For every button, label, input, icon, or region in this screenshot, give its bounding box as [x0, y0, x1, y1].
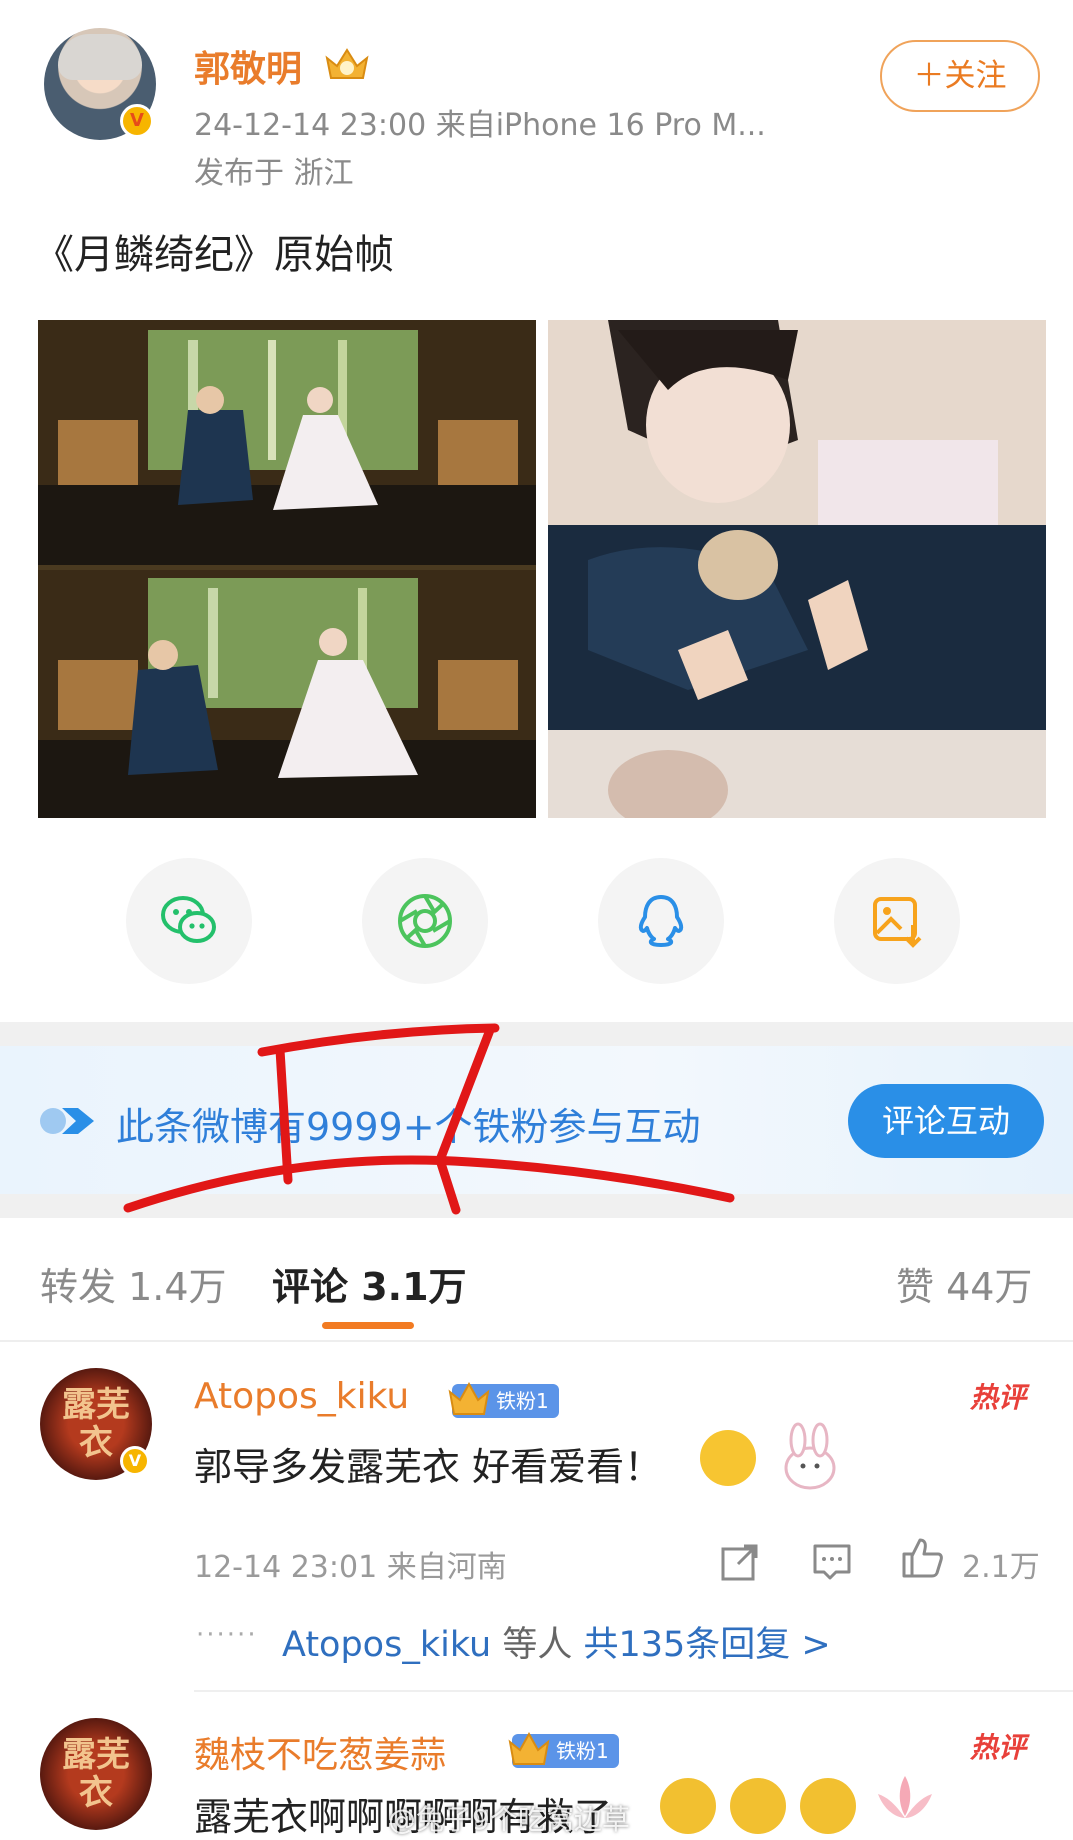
- reply-count: 共135条回复 >: [583, 1625, 831, 1665]
- author-name[interactable]: 郭敬明: [194, 40, 302, 92]
- follow-button[interactable]: ＋关注: [880, 40, 1040, 112]
- crown-icon: [325, 48, 369, 79]
- verified-badge-icon: V: [120, 104, 154, 138]
- post-image-2[interactable]: [548, 320, 1046, 818]
- verified-badge-icon: V: [120, 1446, 150, 1476]
- reply-user: Atopos_kiku: [282, 1625, 492, 1665]
- lotus-sticker-icon: [878, 1776, 932, 1818]
- crown-icon: [448, 1381, 490, 1415]
- save-image-icon: [873, 897, 922, 948]
- share-moments-button[interactable]: [362, 858, 488, 984]
- comment-divider: [194, 1690, 1073, 1692]
- like-count: 2.1万: [962, 1550, 1040, 1585]
- badge-label: 铁粉1: [556, 1739, 609, 1763]
- fan-interaction-banner[interactable]: 此条微博有9999+个铁粉参与互动 评论互动: [0, 1046, 1073, 1194]
- qq-icon: [638, 895, 684, 947]
- bunny-sticker-icon: [784, 1422, 836, 1490]
- share-qq-button[interactable]: [598, 858, 724, 984]
- reply-dots: ······: [196, 1620, 258, 1650]
- fan-chevron-icon: [40, 1108, 94, 1134]
- post-location: 发布于 浙江: [194, 156, 354, 191]
- hot-comment-tag: 热评: [970, 1731, 1027, 1764]
- crown-icon: [508, 1731, 550, 1765]
- fan-banner-text: 此条微博有9999+个铁粉参与互动: [116, 1105, 701, 1149]
- heart-eyes-emoji-icon: [660, 1778, 716, 1834]
- comment-interact-button[interactable]: 评论互动: [848, 1084, 1044, 1158]
- iron-fan-badge: 铁粉1: [508, 1731, 619, 1768]
- post-text: 《月鳞绮纪》原始帧: [34, 232, 394, 278]
- post-image-1[interactable]: [38, 320, 536, 818]
- share-icon[interactable]: [718, 1540, 762, 1584]
- savor-emoji-icon: [700, 1430, 756, 1486]
- heart-eyes-emoji-icon: [730, 1778, 786, 1834]
- watermark: @兔子9个吃窝边草: [388, 1803, 630, 1836]
- tab-comment[interactable]: 评论 3.1万: [272, 1256, 467, 1311]
- tab-divider: [0, 1340, 1073, 1342]
- post-meta: 24-12-14 23:00 来自iPhone 16 Pro M...: [194, 108, 766, 143]
- comment-icon[interactable]: [810, 1540, 854, 1584]
- share-wechat-button[interactable]: [126, 858, 252, 984]
- comment-text: 郭导多发露芜衣 好看爱看！: [194, 1445, 663, 1489]
- moments-icon: [398, 894, 452, 948]
- section-gap: [0, 1022, 1073, 1046]
- reply-mid: 等人: [491, 1625, 584, 1665]
- active-tab-indicator: [322, 1322, 414, 1329]
- commenter-name[interactable]: 魏枝不吃葱姜蒜: [194, 1726, 446, 1778]
- tab-repost[interactable]: 转发 1.4万: [40, 1256, 227, 1311]
- commenter-name[interactable]: Atopos_kiku: [194, 1376, 409, 1417]
- section-gap: [0, 1194, 1073, 1218]
- wechat-icon: [161, 896, 216, 943]
- badge-label: 铁粉1: [496, 1389, 549, 1413]
- comment-meta: 12-14 23:01 来自河南: [194, 1550, 507, 1585]
- hot-comment-tag: 热评: [970, 1381, 1027, 1414]
- tab-like[interactable]: 赞 44万: [896, 1256, 1032, 1311]
- reply-summary-link[interactable]: Atopos_kiku 等人 共135条回复 >: [282, 1616, 831, 1667]
- save-image-button[interactable]: [834, 858, 960, 984]
- like-icon[interactable]: [900, 1536, 944, 1580]
- iron-fan-badge: 铁粉1: [448, 1381, 559, 1418]
- heart-eyes-emoji-icon: [800, 1778, 856, 1834]
- commenter-avatar[interactable]: 露芜衣: [40, 1718, 152, 1830]
